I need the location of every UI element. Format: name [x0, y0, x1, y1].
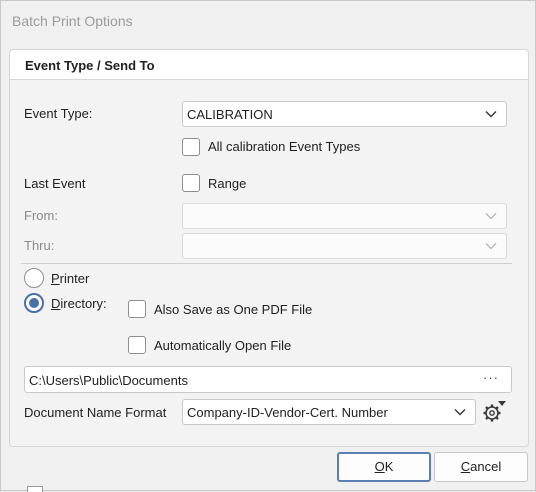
directory-radio[interactable] — [24, 293, 44, 313]
chevron-down-icon — [454, 409, 466, 416]
thru-label: Thru: — [24, 238, 55, 253]
printer-label: Printer — [51, 271, 90, 286]
save-as-pdf-label: Also Save as One PDF File — [154, 302, 313, 317]
save-as-pdf-checkbox[interactable] — [128, 300, 146, 318]
window-title: Batch Print Options — [12, 13, 133, 29]
from-dropdown[interactable] — [182, 203, 507, 229]
document-name-format-value: Company-ID-Vendor-Cert. Number — [187, 405, 388, 420]
chevron-down-icon — [485, 111, 497, 118]
auto-open-file-label: Automatically Open File — [154, 338, 292, 353]
from-label: From: — [24, 208, 58, 223]
event-type-value: CALIBRATION — [187, 107, 273, 122]
chevron-down-icon — [485, 213, 497, 220]
cancel-button[interactable]: Cancel — [434, 452, 528, 482]
document-name-format-dropdown[interactable]: Company-ID-Vendor-Cert. Number — [182, 399, 476, 425]
group-header: Event Type / Send To — [10, 50, 528, 80]
thru-dropdown[interactable] — [182, 233, 507, 259]
range-checkbox[interactable] — [182, 174, 200, 192]
section-divider — [21, 263, 512, 264]
group-header-title: Event Type / Send To — [25, 58, 155, 73]
directory-path-value: C:\Users\Public\Documents — [29, 373, 188, 388]
printer-radio[interactable] — [24, 268, 44, 288]
dialog-window: Batch Print Options Event Type / Send To… — [0, 0, 536, 491]
directory-path-input[interactable]: C:\Users\Public\Documents ··· — [24, 366, 512, 393]
all-event-types-label: All calibration Event Types — [208, 139, 361, 154]
event-type-dropdown[interactable]: CALIBRATION — [182, 101, 507, 127]
directory-label: Directory: — [51, 296, 107, 311]
all-event-types-checkbox[interactable] — [182, 138, 200, 156]
chevron-down-icon — [485, 243, 497, 250]
settings-gear-icon[interactable] — [483, 399, 507, 425]
document-name-format-label: Document Name Format — [24, 405, 167, 420]
ok-button[interactable]: OK — [337, 452, 431, 482]
underlying-checkbox-edge — [27, 486, 43, 492]
last-event-label: Last Event — [24, 176, 86, 191]
auto-open-file-checkbox[interactable] — [128, 336, 146, 354]
event-type-label: Event Type: — [24, 106, 93, 121]
range-label: Range — [208, 176, 247, 191]
browse-button[interactable]: ··· — [483, 370, 499, 385]
